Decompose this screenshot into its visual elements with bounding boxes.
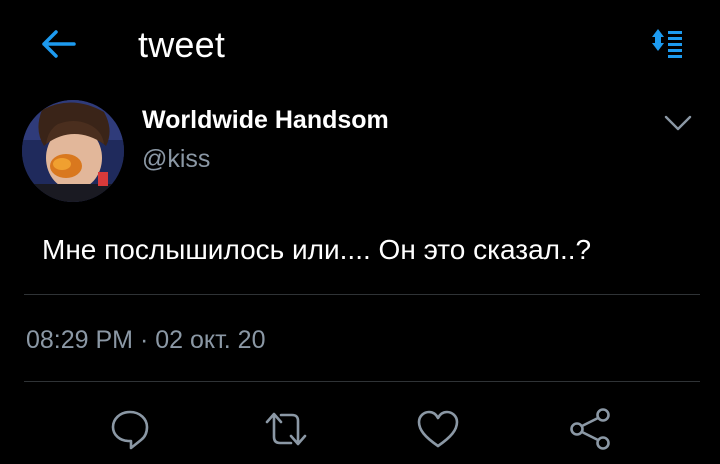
chevron-down-icon: [664, 115, 692, 131]
reply-icon: [111, 410, 149, 450]
page-title: tweet: [138, 24, 226, 65]
arrow-left-icon: [42, 30, 76, 58]
top-bar: tweet: [0, 0, 720, 90]
timestamp-separator: ·: [133, 326, 156, 354]
retweet-button[interactable]: [262, 404, 310, 454]
divider: [24, 294, 700, 295]
back-button[interactable]: [34, 22, 82, 66]
reply-button[interactable]: [106, 404, 154, 454]
tweet-text: Мне послышилось или.... Он это сказал..?: [42, 234, 592, 265]
divider: [24, 381, 700, 382]
author-handle[interactable]: @kiss: [142, 145, 210, 174]
like-button[interactable]: [414, 404, 462, 454]
tweet-time: 08:29 PM: [26, 326, 134, 354]
avatar[interactable]: [22, 100, 124, 202]
sort-list-icon: [652, 29, 682, 58]
sort-button[interactable]: [644, 24, 692, 64]
share-button[interactable]: [566, 404, 614, 454]
heart-icon: [417, 410, 459, 448]
tweet-timestamp: 08:29 PM · 02 окт. 20: [26, 326, 266, 355]
retweet-icon: [265, 412, 307, 446]
avatar-photo: [22, 100, 124, 202]
tweet-date: 02 окт. 20: [155, 326, 266, 354]
share-icon: [570, 408, 610, 450]
more-options-button[interactable]: [660, 108, 696, 138]
author-name[interactable]: Worldwide Handsom: [142, 106, 389, 135]
